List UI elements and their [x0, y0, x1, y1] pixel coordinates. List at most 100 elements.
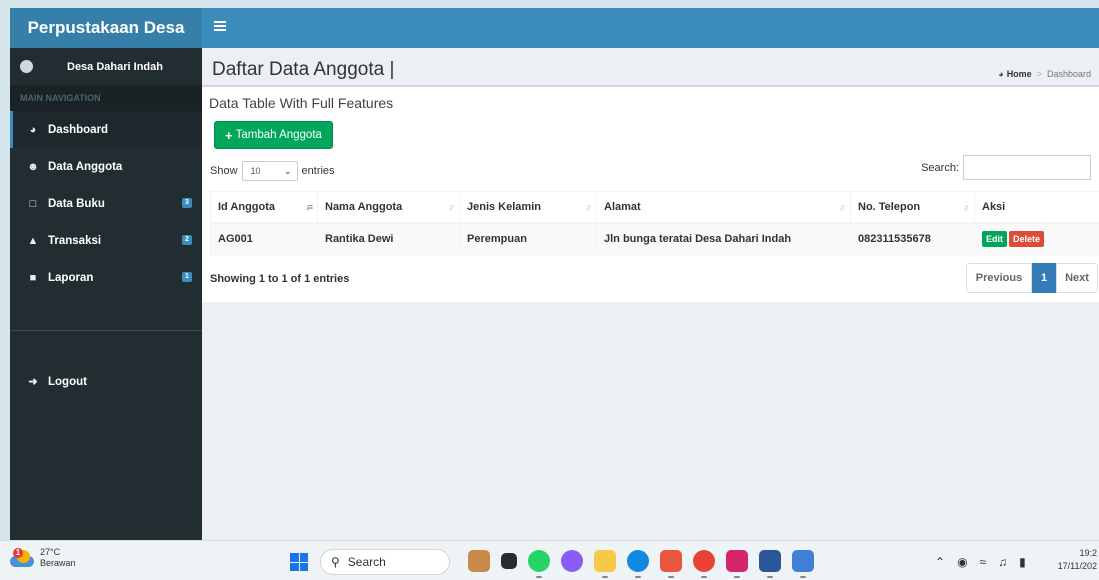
- hamburger-menu-icon[interactable]: [214, 21, 226, 31]
- page-title: Daftar Data Anggota |: [212, 59, 395, 80]
- weather-badge: 1: [13, 548, 23, 558]
- wifi-icon[interactable]: ≈: [980, 555, 987, 569]
- column-header-alamat[interactable]: Alamat ↓↑: [596, 191, 851, 224]
- dashboard-icon: ◕: [29, 123, 37, 136]
- sort-asc-icon: ↓≡: [305, 202, 313, 212]
- mendeley-icon[interactable]: [726, 550, 748, 578]
- weather-condition: Berawan: [40, 558, 76, 568]
- taskbar-search[interactable]: ⚲ Search: [320, 549, 450, 575]
- sort-icon: ↓↑: [963, 202, 970, 212]
- delete-button[interactable]: Delete: [1009, 231, 1045, 248]
- users-icon: ☻: [27, 160, 39, 173]
- laptop-icon: □: [29, 197, 37, 210]
- sidebar-item-label: Data Buku: [48, 197, 105, 210]
- sidebar-item-data-anggota[interactable]: ☻ Data Anggota: [10, 148, 202, 185]
- previous-button[interactable]: Previous: [966, 263, 1032, 293]
- count-badge: 1: [182, 272, 192, 282]
- app-logo[interactable]: Perpustakaan Desa: [10, 8, 202, 48]
- column-header-nama[interactable]: Nama Anggota ↓↑: [317, 191, 460, 224]
- next-button[interactable]: Next: [1056, 263, 1098, 293]
- box-title: Data Table With Full Features: [209, 95, 394, 111]
- search-icon: ⚲: [331, 555, 340, 569]
- breadcrumb-home[interactable]: Home: [1007, 69, 1032, 79]
- clock[interactable]: 19:2 17/11/202: [1058, 547, 1097, 573]
- app-window: Perpustakaan Desa Desa Dahari Indah MAIN…: [10, 8, 1099, 540]
- table-header-row: Id Anggota ↓≡ Nama Anggota ↓↑ Jenis Kelami…: [210, 191, 1099, 224]
- weather-widget[interactable]: 1 27°C Berawan: [10, 547, 76, 569]
- app-title: Perpustakaan Desa: [27, 18, 185, 37]
- sort-icon: ↓↑: [585, 202, 592, 212]
- taskbar-search-placeholder: Search: [347, 555, 386, 569]
- edge-icon[interactable]: [627, 550, 649, 578]
- task-view-icon[interactable]: [501, 553, 517, 569]
- sidebar-item-data-buku[interactable]: □ Data Buku 3: [10, 185, 202, 222]
- file-icon: ■: [29, 271, 37, 284]
- user-name: Desa Dahari Indah: [67, 60, 163, 73]
- add-member-button[interactable]: + Tambah Anggota: [214, 121, 333, 149]
- breadcrumb-current: Dashboard: [1046, 69, 1091, 79]
- column-header-telepon[interactable]: No. Telepon ↓↑: [850, 191, 975, 224]
- sidebar: Desa Dahari Indah MAIN NAVIGATION ◕ Dash…: [10, 48, 202, 540]
- temperature: 27°C: [40, 547, 61, 557]
- sidebar-item-laporan[interactable]: ■ Laporan 1: [10, 259, 202, 296]
- battery-icon[interactable]: ▮: [1019, 555, 1026, 569]
- copilot-icon[interactable]: [561, 550, 583, 572]
- table-search: Search:: [921, 155, 1091, 180]
- sign-out-icon: ➜: [28, 376, 38, 388]
- chevron-down-icon: ⌄: [283, 165, 292, 176]
- add-member-label: Tambah Anggota: [235, 129, 322, 141]
- chrome-icon[interactable]: [693, 550, 715, 578]
- breadcrumb-separator: >: [1036, 69, 1042, 79]
- show-label: Show: [210, 165, 238, 177]
- chevron-up-icon[interactable]: ⌃: [935, 555, 945, 569]
- nav-header: MAIN NAVIGATION: [10, 85, 202, 111]
- table-info: Showing 1 to 1 of 1 entries: [210, 273, 350, 285]
- file-explorer-icon[interactable]: [594, 550, 616, 578]
- word-icon[interactable]: [759, 550, 781, 578]
- whatsapp-icon[interactable]: [528, 550, 550, 578]
- search-input[interactable]: [963, 155, 1091, 180]
- avatar: [20, 60, 33, 73]
- sidebar-item-label: Laporan: [48, 271, 94, 284]
- user-panel: Desa Dahari Indah: [10, 48, 202, 85]
- cell-jenis-kelamin: Perempuan: [459, 222, 597, 256]
- data-table-box: Data Table With Full Features + Tambah A…: [202, 85, 1099, 302]
- sidebar-item-label: Transaksi: [48, 234, 102, 247]
- deer-app-icon[interactable]: [468, 550, 490, 572]
- column-header-id[interactable]: Id Anggota ↓≡: [210, 191, 318, 224]
- sort-icon: ↓↑: [839, 202, 846, 212]
- sidebar-item-label: Logout: [48, 375, 87, 388]
- content-header: Daftar Data Anggota | ◕ Home > Dashboard: [202, 48, 1099, 90]
- cell-telepon: 082311535678: [850, 222, 975, 256]
- show-entries: Show 10 ⌄ entries: [210, 161, 335, 181]
- column-header-aksi[interactable]: Aksi↓↑: [974, 191, 1099, 224]
- entries-select[interactable]: 10 ⌄: [241, 161, 298, 181]
- dashboard-icon: ◕: [998, 69, 1004, 79]
- search-label: Search:: [921, 161, 959, 174]
- windows-taskbar: 1 27°C Berawan ⚲ Search ⌃ ◉ ≈ ♫ ▮ 19:2 1…: [0, 540, 1099, 580]
- sort-icon: ↓↑: [448, 202, 455, 212]
- xampp-icon[interactable]: [660, 550, 682, 578]
- column-header-jenis-kelamin[interactable]: Jenis Kelamin ↓↑: [459, 191, 597, 224]
- page-1-button[interactable]: 1: [1032, 263, 1056, 293]
- windows-start-icon[interactable]: [290, 553, 308, 571]
- sidebar-item-logout[interactable]: ➜ Logout: [10, 363, 202, 400]
- pagination: Previous 1 Next: [966, 263, 1098, 293]
- count-badge: 3: [182, 198, 192, 208]
- sidebar-item-dashboard[interactable]: ◕ Dashboard: [10, 111, 202, 148]
- sidebar-divider: [10, 330, 202, 331]
- notepad-icon[interactable]: [792, 550, 814, 578]
- members-table: Id Anggota ↓≡ Nama Anggota ↓↑ Jenis Kelami…: [210, 191, 1099, 256]
- cloud-sync-icon[interactable]: ◉: [957, 555, 967, 569]
- sidebar-item-transaksi[interactable]: ▲ Transaksi 2: [10, 222, 202, 259]
- cell-id: AG001: [210, 222, 318, 256]
- top-navbar: [202, 8, 1099, 48]
- volume-icon[interactable]: ♫: [998, 555, 1007, 569]
- area-chart-icon: ▲: [27, 234, 39, 247]
- cell-alamat: Jln bunga teratai Desa Dahari Indah: [596, 222, 851, 256]
- plus-icon: +: [225, 127, 233, 143]
- edit-button[interactable]: Edit: [982, 231, 1007, 248]
- count-badge: 2: [182, 235, 192, 245]
- cell-aksi: Edit Delete: [974, 222, 1099, 256]
- system-tray: ⌃ ◉ ≈ ♫ ▮: [935, 555, 1026, 569]
